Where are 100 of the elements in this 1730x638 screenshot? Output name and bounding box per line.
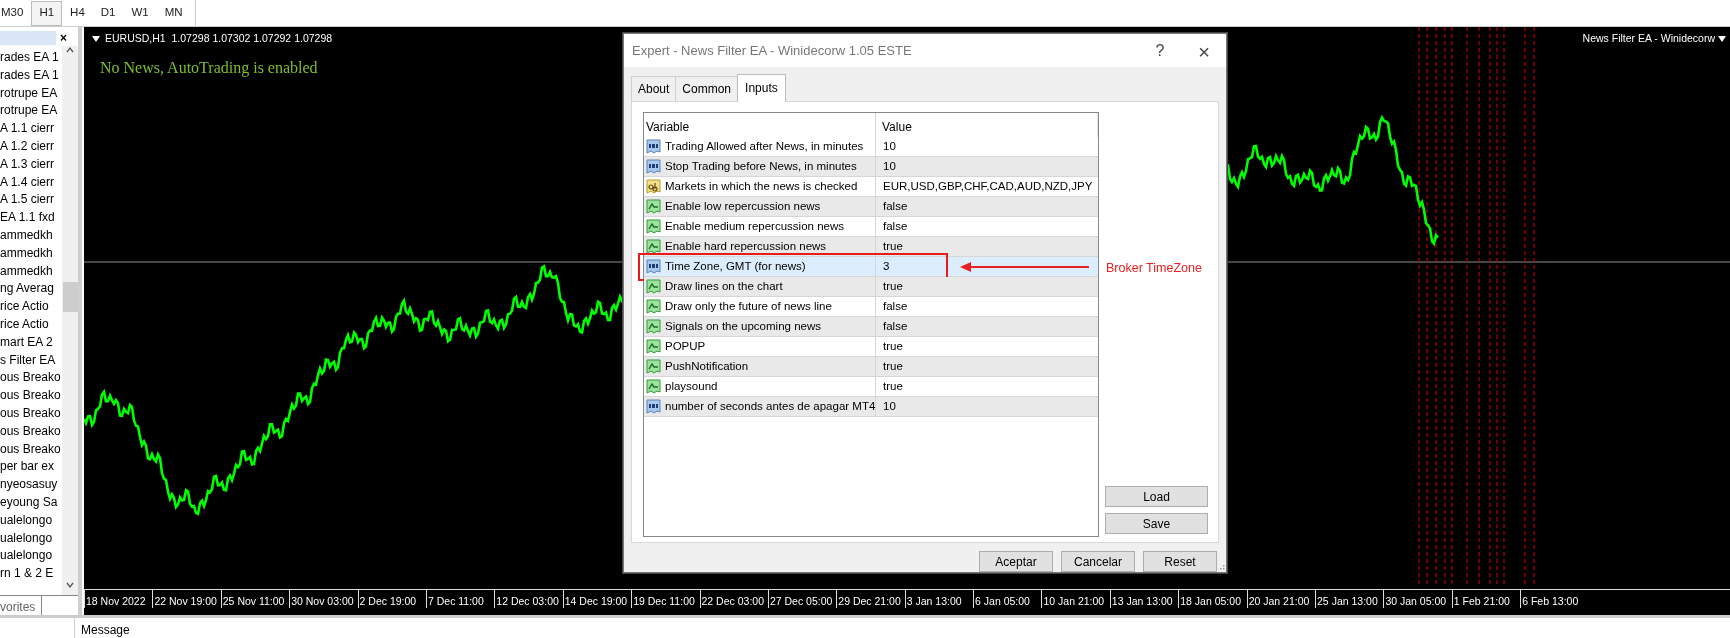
variable-name: Markets in which the news is checked xyxy=(665,178,858,194)
timeframe-button[interactable]: M30 xyxy=(0,0,32,26)
table-row[interactable]: Enable low repercussion news false xyxy=(644,197,1098,217)
navigator-item[interactable]: ualelongo xyxy=(0,547,62,566)
axis-label: 29 Dec 21:00 xyxy=(836,590,905,608)
resize-grip-icon xyxy=(1217,563,1225,571)
navigator-item[interactable]: rn 1 & 2 E xyxy=(0,565,62,583)
navigator-item[interactable]: EA 1.1 fxd xyxy=(0,209,62,227)
navigator-item[interactable]: rades EA 1 xyxy=(0,66,62,85)
axis-label: 13 Jan 13:00 xyxy=(1109,590,1179,608)
help-button[interactable]: ? xyxy=(1138,35,1182,66)
timeframe-button[interactable]: W1 xyxy=(123,0,157,26)
table-row[interactable]: Signals on the upcoming news false xyxy=(644,317,1098,337)
variable-name: POPUP xyxy=(665,338,706,354)
navigator-item[interactable]: rice Actio xyxy=(0,298,62,316)
panel-header xyxy=(0,31,56,45)
close-button[interactable]: × xyxy=(1182,35,1226,66)
variable-name: Draw only the future of news line xyxy=(665,298,832,314)
navigator-item[interactable]: ous Breako xyxy=(0,369,62,388)
variable-value: 10 xyxy=(883,158,896,174)
dialog-button[interactable]: Cancelar xyxy=(1061,551,1135,572)
table-row[interactable]: Enable hard repercussion news true xyxy=(644,237,1098,257)
axis-label: 14 Dec 19:00 xyxy=(562,590,632,608)
arrow-icon xyxy=(960,261,1090,273)
scroll-up-icon xyxy=(65,46,75,54)
navigator-item[interactable]: ualelongo xyxy=(0,511,62,530)
navigator-item[interactable]: ous Breako xyxy=(0,387,62,405)
timeframe-button[interactable]: D1 xyxy=(92,0,124,26)
navigator-item[interactable]: ammedkh xyxy=(0,262,62,281)
column-header[interactable]: Variable xyxy=(644,113,876,137)
variable-name: Signals on the upcoming news xyxy=(665,318,821,334)
number-icon xyxy=(646,139,661,154)
graph-icon xyxy=(646,339,661,354)
navigator-item[interactable]: rades EA 1 xyxy=(0,49,62,67)
dialog-button[interactable]: Aceptar xyxy=(979,551,1053,572)
navigator-item[interactable]: ous Breako xyxy=(0,440,62,459)
axis-label: 3 Jan 13:00 xyxy=(904,590,974,608)
navigator-item[interactable]: rotrupe EA xyxy=(0,102,62,121)
timeframe-button[interactable]: H1 xyxy=(31,0,63,26)
navigator-item[interactable]: rotrupe EA xyxy=(0,84,62,103)
side-button[interactable]: Save xyxy=(1105,513,1208,534)
navigator-item[interactable]: nyeosasuy xyxy=(0,476,62,494)
navigator-item[interactable]: A 1.1 cierr xyxy=(0,120,62,138)
navigator-item[interactable]: A 1.5 cierr xyxy=(0,191,62,210)
scrollbar-thumb[interactable] xyxy=(62,282,78,312)
variable-value: true xyxy=(883,338,903,354)
variable-name: Draw lines on the chart xyxy=(665,278,783,294)
tab[interactable]: Inputs xyxy=(737,74,786,102)
table-row[interactable]: Draw lines on the chart true xyxy=(644,277,1098,297)
scroll-down-icon xyxy=(65,581,75,589)
graph-icon xyxy=(646,219,661,234)
table-row[interactable]: Stop Trading before News, in minutes 10 xyxy=(644,157,1098,177)
scrollbar[interactable] xyxy=(62,46,78,595)
navigator-item[interactable]: A 1.3 cierr xyxy=(0,155,62,174)
variable-value: true xyxy=(883,358,903,374)
navigator-item[interactable]: ualelongo xyxy=(0,529,62,548)
navigator-item[interactable]: s Filter EA xyxy=(0,351,62,370)
axis-label: 22 Dec 03:00 xyxy=(699,590,768,608)
graph-icon xyxy=(646,359,661,374)
close-button[interactable]: × xyxy=(56,31,71,45)
axis-label: 2 Dec 19:00 xyxy=(357,590,426,608)
navigator-item[interactable]: ng Averag xyxy=(0,280,62,299)
navigator-item[interactable]: eyoung Sa xyxy=(0,493,62,512)
side-button[interactable]: Load xyxy=(1105,486,1208,507)
column-header[interactable]: Value xyxy=(876,113,1098,137)
navigator-item[interactable]: ammedkh xyxy=(0,226,62,245)
graph-icon xyxy=(646,199,661,214)
timeframe-button[interactable]: H4 xyxy=(62,0,93,26)
navigator-item[interactable]: per bar ex xyxy=(0,458,62,477)
axis-label: 12 Dec 03:00 xyxy=(494,590,563,608)
navigator-item[interactable]: A 1.4 cierr xyxy=(0,173,62,192)
graph-icon xyxy=(646,299,661,314)
panel-tab[interactable]: vorites xyxy=(0,596,43,615)
axis-label: 19 Dec 11:00 xyxy=(631,590,700,608)
axis-label: 1 Feb 21:00 xyxy=(1451,590,1521,608)
variable-name: PushNotification xyxy=(665,358,749,374)
navigator-item[interactable]: ous Breako xyxy=(0,404,62,423)
navigator-item[interactable]: mart EA 2 xyxy=(0,333,62,352)
variable-name: number of seconds antes de apagar MT4 xyxy=(665,398,876,414)
navigator-item[interactable]: ammedkh xyxy=(0,244,62,263)
axis-label: 27 Dec 05:00 xyxy=(767,590,837,608)
axis-label: 10 Jan 21:00 xyxy=(1041,590,1110,608)
timeframe-button[interactable]: MN xyxy=(156,0,191,26)
annotation-label: Broker TimeZone xyxy=(1106,260,1202,277)
axis-label: 30 Jan 05:00 xyxy=(1383,590,1452,608)
variable-value: EUR,USD,GBP,CHF,CAD,AUD,NZD,JPY xyxy=(883,178,1093,194)
variable-value: true xyxy=(883,278,903,294)
navigator-item[interactable]: A 1.2 cierr xyxy=(0,138,62,156)
tab[interactable]: About xyxy=(631,76,677,101)
navigator-item[interactable]: ous Breako xyxy=(0,422,62,441)
axis-label: 18 Jan 05:00 xyxy=(1178,590,1247,608)
table-row[interactable]: PushNotification true xyxy=(644,357,1098,377)
dialog-button[interactable]: Reset xyxy=(1143,551,1217,572)
number-icon xyxy=(646,159,661,174)
graph-icon xyxy=(646,279,661,294)
variable-value: false xyxy=(883,218,908,234)
variable-value: true xyxy=(883,238,903,254)
table-row[interactable]: Time Zone, GMT (for news) 3 xyxy=(644,257,1098,277)
table-row[interactable]: number of seconds antes de apagar MT4 10 xyxy=(644,397,1098,417)
navigator-item[interactable]: rice Actio xyxy=(0,315,62,334)
